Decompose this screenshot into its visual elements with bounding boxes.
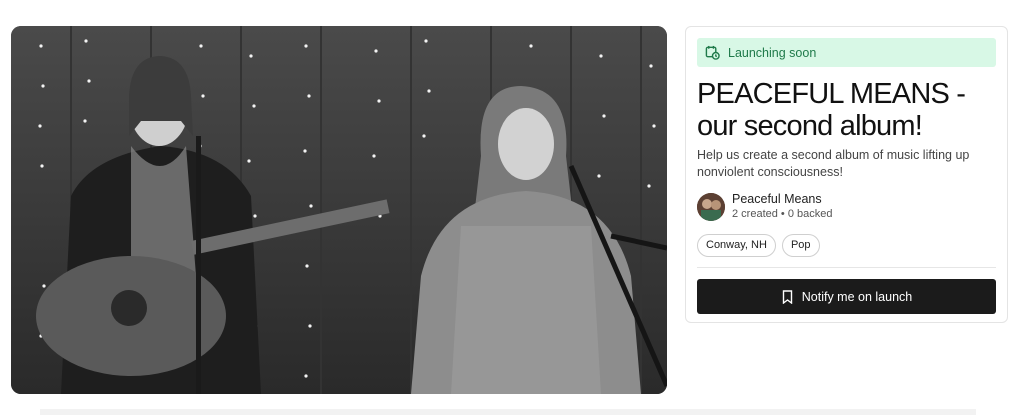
calendar-clock-icon: [705, 45, 720, 60]
project-hero-image: [11, 26, 667, 394]
creator-info[interactable]: Peaceful Means 2 created • 0 backed: [697, 192, 996, 221]
notify-me-button[interactable]: Notify me on launch: [697, 279, 996, 314]
creator-stats: 2 created • 0 backed: [732, 208, 833, 220]
project-summary-card: Launching soon PEACEFUL MEANS - our seco…: [685, 26, 1008, 323]
hero-photo: [11, 26, 667, 394]
tag-location[interactable]: Conway, NH: [697, 234, 776, 257]
project-title: PEACEFUL MEANS - our second album!: [697, 78, 966, 142]
launch-status-label: Launching soon: [728, 45, 817, 60]
launch-status-badge: Launching soon: [697, 38, 996, 67]
bookmark-icon: [782, 289, 792, 304]
creator-name[interactable]: Peaceful Means: [732, 192, 832, 207]
project-tags: Conway, NH Pop: [697, 234, 996, 257]
divider: [697, 267, 996, 268]
project-description: Help us create a second album of music l…: [697, 148, 970, 179]
tag-category[interactable]: Pop: [781, 234, 820, 257]
notify-me-label: Notify me on launch: [801, 289, 913, 304]
section-divider-strip: [40, 409, 976, 415]
creator-avatar[interactable]: [697, 192, 725, 221]
